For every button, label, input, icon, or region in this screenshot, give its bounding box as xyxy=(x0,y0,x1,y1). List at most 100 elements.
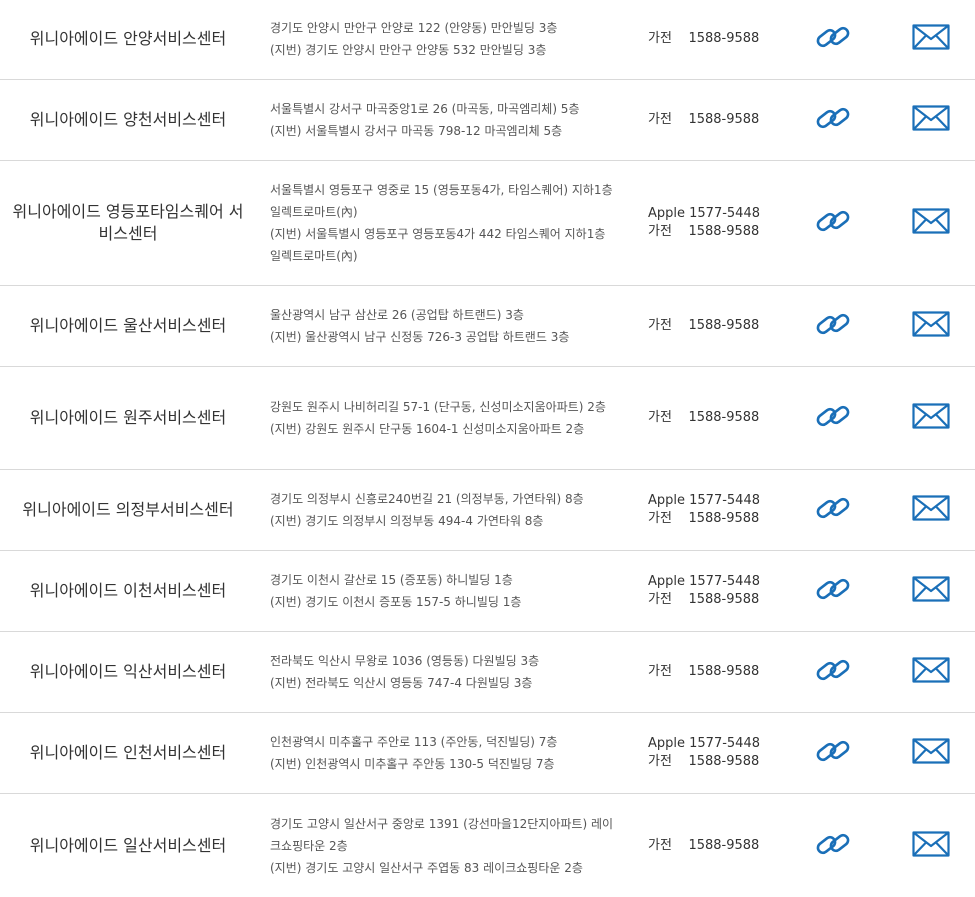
lot-address: (지번) 인천광역시 미추홀구 주안동 130-5 덕진빌딩 7층 xyxy=(270,757,555,771)
center-phone: 가전 1588-9588 xyxy=(648,286,788,366)
lot-address: (지번) 서울특별시 강서구 마곡동 798-12 마곡엠리체 5층 xyxy=(270,124,563,138)
center-address: 경기도 이천시 갈산로 15 (증포동) 하니빌딩 1층 (지번) 경기도 이천시… xyxy=(270,551,615,631)
center-phone: Apple 1577-5448 가전 1588-9588 xyxy=(648,551,788,631)
phone-number: Apple 1577-5448 xyxy=(648,493,760,508)
envelope-icon xyxy=(912,23,950,54)
center-name: 위니아에이드 울산서비스센터 xyxy=(0,286,256,366)
link-icon xyxy=(814,206,852,240)
phone-number: 가전 1588-9588 xyxy=(648,224,760,239)
center-address: 인천광역시 미추홀구 주안로 113 (주안동, 덕진빌딩) 7층 (지번) 인천… xyxy=(270,713,615,793)
center-address: 강원도 원주시 나비허리길 57-1 (단구동, 신성미소지움아파트) 2층 (지… xyxy=(270,367,615,469)
phone-number: 가전 1588-9588 xyxy=(648,30,760,46)
map-link-button[interactable] xyxy=(808,713,858,793)
center-address: 경기도 의정부시 신흥로240번길 21 (의정부동, 가연타워) 8층 (지번)… xyxy=(270,470,615,550)
link-icon xyxy=(814,309,852,343)
map-link-button[interactable] xyxy=(808,0,858,79)
road-address: 경기도 안양시 만안구 안양로 122 (안양동) 만안빌딩 3층 xyxy=(270,20,558,35)
link-icon xyxy=(814,22,852,56)
envelope-icon xyxy=(912,738,950,768)
link-icon xyxy=(814,574,852,608)
center-name: 위니아에이드 양천서비스센터 xyxy=(0,80,256,160)
center-phone: Apple 1577-5448 가전 1588-9588 xyxy=(648,161,788,285)
map-link-button[interactable] xyxy=(808,632,858,712)
email-button[interactable] xyxy=(906,286,956,366)
center-name-text: 위니아에이드 원주서비스센터 xyxy=(29,408,227,427)
center-address: 전라북도 익산시 무왕로 1036 (영등동) 다원빌딩 3층 (지번) 전라북도… xyxy=(270,632,615,712)
center-phone: 가전 1588-9588 xyxy=(648,80,788,160)
link-icon xyxy=(814,493,852,527)
email-button[interactable] xyxy=(906,632,956,712)
map-link-button[interactable] xyxy=(808,470,858,550)
lot-address: (지번) 경기도 안양시 만안구 안양동 532 만안빌딩 3층 xyxy=(270,42,547,57)
link-icon xyxy=(814,736,852,770)
phone-number: 가전 1588-9588 xyxy=(648,318,760,333)
center-name-text: 위니아에이드 익산서비스센터 xyxy=(29,662,227,681)
phone-number: Apple 1577-5448 xyxy=(648,574,760,589)
lot-address: (지번) 서울특별시 영등포구 영등포동4가 442 타임스퀘어 지하1층 일렉… xyxy=(270,227,606,263)
email-button[interactable] xyxy=(906,470,956,550)
table-row: 위니아에이드 안양서비스센터 경기도 안양시 만안구 안양로 122 (안양동) … xyxy=(0,0,975,79)
phone-number: 가전 1588-9588 xyxy=(648,754,760,769)
map-link-button[interactable] xyxy=(808,794,858,897)
center-name: 위니아에이드 의정부서비스센터 xyxy=(0,470,256,550)
center-phone: Apple 1577-5448 가전 1588-9588 xyxy=(648,713,788,793)
link-icon xyxy=(814,655,852,689)
email-button[interactable] xyxy=(906,80,956,160)
phone-number: Apple 1577-5448 xyxy=(648,206,760,221)
center-phone: 가전 1588-9588 xyxy=(648,632,788,712)
envelope-icon xyxy=(912,208,950,238)
center-address: 서울특별시 영등포구 영중로 15 (영등포동4가, 타임스퀘어) 지하1층 일… xyxy=(270,161,615,285)
road-address: 경기도 고양시 일산서구 중앙로 1391 (강선마을12단지아파트) 레이크쇼… xyxy=(270,816,614,853)
email-button[interactable] xyxy=(906,551,956,631)
center-phone: 가전 1588-9588 xyxy=(648,0,788,79)
table-row: 위니아에이드 양천서비스센터 서울특별시 강서구 마곡중앙1로 26 (마곡동, … xyxy=(0,79,975,160)
center-address: 경기도 고양시 일산서구 중앙로 1391 (강선마을12단지아파트) 레이크쇼… xyxy=(270,794,615,897)
center-name: 위니아에이드 인천서비스센터 xyxy=(0,713,256,793)
email-button[interactable] xyxy=(906,713,956,793)
road-address: 전라북도 익산시 무왕로 1036 (영등동) 다원빌딩 3층 xyxy=(270,654,540,668)
table-row: 위니아에이드 인천서비스센터 인천광역시 미추홀구 주안로 113 (주안동, 덕… xyxy=(0,712,975,793)
center-name-text: 위니아에이드 인천서비스센터 xyxy=(29,743,227,762)
map-link-button[interactable] xyxy=(808,367,858,469)
map-link-button[interactable] xyxy=(808,161,858,285)
lot-address: (지번) 경기도 의정부시 의정부동 494-4 가연타워 8층 xyxy=(270,514,544,528)
map-link-button[interactable] xyxy=(808,286,858,366)
phone-number: 가전 1588-9588 xyxy=(648,837,760,853)
table-row: 위니아에이드 일산서비스센터 경기도 고양시 일산서구 중앙로 1391 (강선마… xyxy=(0,793,975,897)
envelope-icon xyxy=(912,830,950,861)
road-address: 서울특별시 영등포구 영중로 15 (영등포동4가, 타임스퀘어) 지하1층 일… xyxy=(270,183,613,219)
table-row: 위니아에이드 이천서비스센터 경기도 이천시 갈산로 15 (증포동) 하니빌딩 … xyxy=(0,550,975,631)
center-name-text: 위니아에이드 일산서비스센터 xyxy=(29,835,227,855)
center-name-text: 위니아에이드 울산서비스센터 xyxy=(29,316,227,335)
envelope-icon xyxy=(912,311,950,341)
map-link-button[interactable] xyxy=(808,551,858,631)
center-name-text: 위니아에이드 이천서비스센터 xyxy=(29,581,227,600)
road-address: 서울특별시 강서구 마곡중앙1로 26 (마곡동, 마곡엠리체) 5층 xyxy=(270,102,580,116)
center-address: 울산광역시 남구 삼산로 26 (공업탑 하트랜드) 3층 (지번) 울산광역시 … xyxy=(270,286,615,366)
center-address: 경기도 안양시 만안구 안양로 122 (안양동) 만안빌딩 3층 (지번) 경기… xyxy=(270,0,615,79)
phone-number: 가전 1588-9588 xyxy=(648,410,760,425)
email-button[interactable] xyxy=(906,367,956,469)
center-phone: 가전 1588-9588 xyxy=(648,367,788,469)
envelope-icon xyxy=(912,576,950,606)
road-address: 경기도 의정부시 신흥로240번길 21 (의정부동, 가연타워) 8층 xyxy=(270,492,584,506)
center-name: 위니아에이드 익산서비스센터 xyxy=(0,632,256,712)
road-address: 강원도 원주시 나비허리길 57-1 (단구동, 신성미소지움아파트) 2층 xyxy=(270,400,606,414)
center-phone: 가전 1588-9588 xyxy=(648,794,788,897)
phone-number: 가전 1588-9588 xyxy=(648,511,760,526)
table-row: 위니아에이드 울산서비스센터 울산광역시 남구 삼산로 26 (공업탑 하트랜드)… xyxy=(0,285,975,366)
email-button[interactable] xyxy=(906,161,956,285)
lot-address: (지번) 경기도 고양시 일산서구 주엽동 83 레이크쇼핑타운 2층 xyxy=(270,860,583,875)
table-row: 위니아에이드 영등포타임스퀘어 서비스센터 서울특별시 영등포구 영중로 15 (… xyxy=(0,160,975,285)
road-address: 경기도 이천시 갈산로 15 (증포동) 하니빌딩 1층 xyxy=(270,573,513,587)
link-icon xyxy=(814,829,852,863)
center-name-text: 위니아에이드 영등포타임스퀘어 서비스센터 xyxy=(12,202,244,243)
email-button[interactable] xyxy=(906,794,956,897)
center-name-text: 위니아에이드 안양서비스센터 xyxy=(29,28,227,48)
center-phone: Apple 1577-5448 가전 1588-9588 xyxy=(648,470,788,550)
center-name-text: 위니아에이드 양천서비스센터 xyxy=(29,110,227,129)
lot-address: (지번) 강원도 원주시 단구동 1604-1 신성미소지움아파트 2층 xyxy=(270,422,585,436)
link-icon xyxy=(814,401,852,435)
map-link-button[interactable] xyxy=(808,80,858,160)
email-button[interactable] xyxy=(906,0,956,79)
